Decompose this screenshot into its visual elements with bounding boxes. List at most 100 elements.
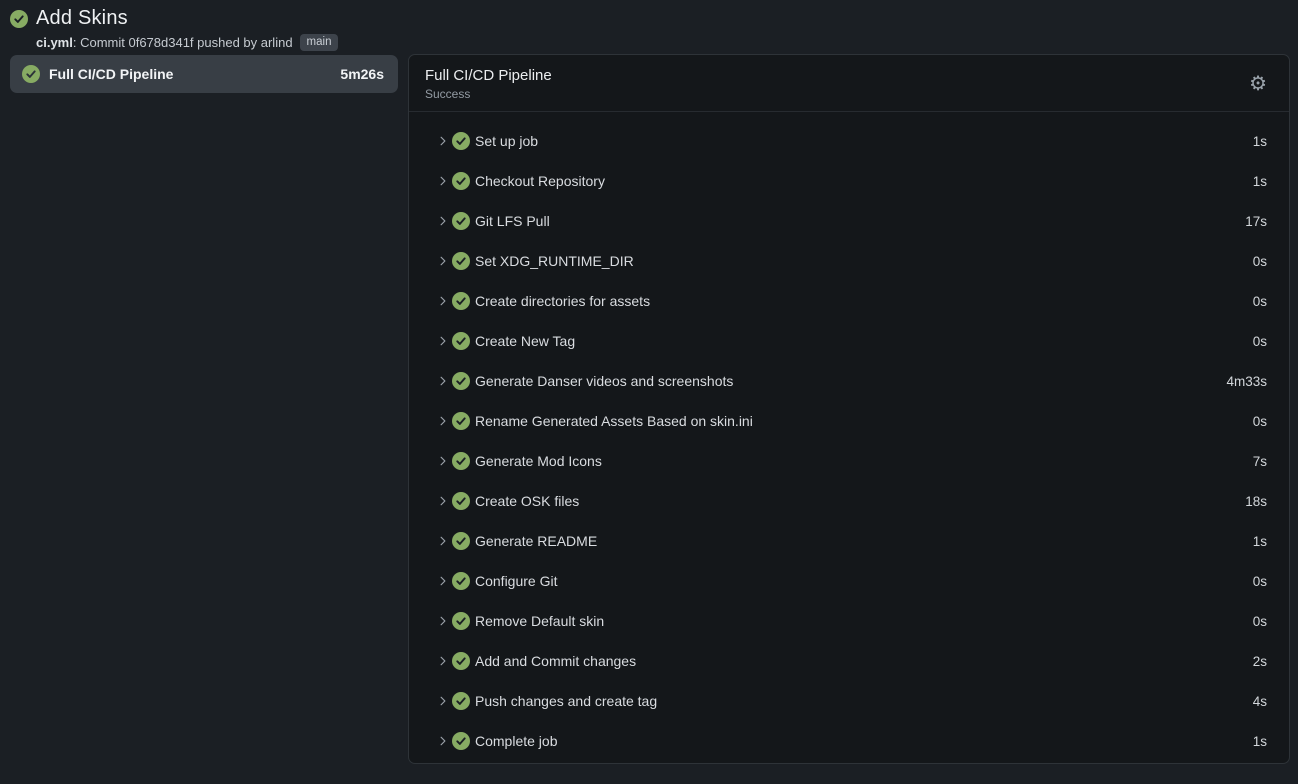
step-success-icon [452,172,470,190]
chevron-right-icon[interactable] [437,695,449,707]
branch-badge[interactable]: main [300,34,339,51]
job-detail-panel: Full CI/CD Pipeline Success ⚙ Set up job… [408,54,1290,764]
chevron-right-icon[interactable] [437,495,449,507]
step-row[interactable]: Push changes and create tag 4s [409,681,1289,721]
step-success-icon [452,692,470,710]
step-duration: 2s [1253,654,1267,669]
chevron-right-icon[interactable] [437,335,449,347]
step-row[interactable]: Create New Tag 0s [409,321,1289,361]
step-duration: 4s [1253,694,1267,709]
step-success-icon [452,532,470,550]
chevron-right-icon[interactable] [437,175,449,187]
step-label: Rename Generated Assets Based on skin.in… [475,413,1253,429]
step-duration: 1s [1253,134,1267,149]
step-duration: 0s [1253,614,1267,629]
step-success-icon [452,252,470,270]
step-label: Set up job [475,133,1253,149]
step-row[interactable]: Remove Default skin 0s [409,601,1289,641]
chevron-right-icon[interactable] [437,735,449,747]
step-label: Create New Tag [475,333,1253,349]
step-row[interactable]: Create OSK files 18s [409,481,1289,521]
step-success-icon [452,132,470,150]
run-meta: ci.yml: Commit 0f678d341f pushed by arli… [36,34,1298,51]
chevron-right-icon[interactable] [437,255,449,267]
chevron-right-icon[interactable] [437,135,449,147]
step-label: Configure Git [475,573,1253,589]
job-success-icon [22,65,40,83]
job-status-text: Success [425,87,1249,101]
step-success-icon [452,452,470,470]
step-label: Checkout Repository [475,173,1253,189]
chevron-right-icon[interactable] [437,575,449,587]
step-success-icon [452,492,470,510]
step-duration: 0s [1253,294,1267,309]
job-duration: 5m26s [340,66,384,82]
step-label: Create OSK files [475,493,1245,509]
step-duration: 1s [1253,174,1267,189]
step-duration: 0s [1253,574,1267,589]
step-duration: 1s [1253,734,1267,749]
job-list: Full CI/CD Pipeline 5m26s [10,55,398,93]
run-title: Add Skins [36,7,128,30]
step-label: Complete job [475,733,1253,749]
job-panel-header: Full CI/CD Pipeline Success ⚙ [409,55,1289,112]
step-label: Add and Commit changes [475,653,1253,669]
steps-list: Set up job 1s Checkout Repository 1s [409,112,1289,761]
step-label: Set XDG_RUNTIME_DIR [475,253,1253,269]
step-row[interactable]: Complete job 1s [409,721,1289,761]
step-row[interactable]: Generate README 1s [409,521,1289,561]
step-row[interactable]: Generate Mod Icons 7s [409,441,1289,481]
chevron-right-icon[interactable] [437,535,449,547]
chevron-right-icon[interactable] [437,455,449,467]
step-success-icon [452,732,470,750]
step-row[interactable]: Create directories for assets 0s [409,281,1289,321]
step-row[interactable]: Git LFS Pull 17s [409,201,1289,241]
step-label: Generate Danser videos and screenshots [475,373,1226,389]
step-success-icon [452,372,470,390]
step-row[interactable]: Rename Generated Assets Based on skin.in… [409,401,1289,441]
gear-icon[interactable]: ⚙ [1249,74,1273,94]
commit-meta: ci.yml: Commit 0f678d341f pushed by arli… [36,35,293,50]
step-success-icon [452,412,470,430]
step-row[interactable]: Configure Git 0s [409,561,1289,601]
step-duration: 0s [1253,414,1267,429]
step-success-icon [452,212,470,230]
chevron-right-icon[interactable] [437,415,449,427]
step-success-icon [452,652,470,670]
run-content: Full CI/CD Pipeline 5m26s Full CI/CD Pip… [0,55,1298,764]
step-duration: 0s [1253,254,1267,269]
step-label: Remove Default skin [475,613,1253,629]
step-duration: 4m33s [1226,374,1267,389]
step-label: Generate Mod Icons [475,453,1253,469]
chevron-right-icon[interactable] [437,215,449,227]
job-name: Full CI/CD Pipeline [49,66,340,82]
step-success-icon [452,572,470,590]
step-row[interactable]: Generate Danser videos and screenshots 4… [409,361,1289,401]
run-success-icon [10,10,28,28]
step-duration: 1s [1253,534,1267,549]
workflow-file-link[interactable]: ci.yml [36,35,73,50]
actions-run-page: Add Skins ci.yml: Commit 0f678d341f push… [0,0,1298,764]
commit-text: : Commit 0f678d341f pushed by arlind [73,35,293,50]
step-label: Git LFS Pull [475,213,1245,229]
step-duration: 7s [1253,454,1267,469]
step-row[interactable]: Add and Commit changes 2s [409,641,1289,681]
chevron-right-icon[interactable] [437,655,449,667]
chevron-right-icon[interactable] [437,375,449,387]
step-row[interactable]: Set XDG_RUNTIME_DIR 0s [409,241,1289,281]
step-label: Create directories for assets [475,293,1253,309]
step-duration: 0s [1253,334,1267,349]
step-duration: 18s [1245,494,1267,509]
job-title: Full CI/CD Pipeline [425,67,1249,84]
step-duration: 17s [1245,214,1267,229]
step-label: Push changes and create tag [475,693,1253,709]
step-success-icon [452,612,470,630]
jobs-sidebar: Full CI/CD Pipeline 5m26s [0,55,398,93]
job-list-item[interactable]: Full CI/CD Pipeline 5m26s [10,55,398,93]
step-row[interactable]: Checkout Repository 1s [409,161,1289,201]
run-header: Add Skins ci.yml: Commit 0f678d341f push… [0,0,1298,55]
chevron-right-icon[interactable] [437,295,449,307]
step-success-icon [452,292,470,310]
chevron-right-icon[interactable] [437,615,449,627]
step-row[interactable]: Set up job 1s [409,121,1289,161]
